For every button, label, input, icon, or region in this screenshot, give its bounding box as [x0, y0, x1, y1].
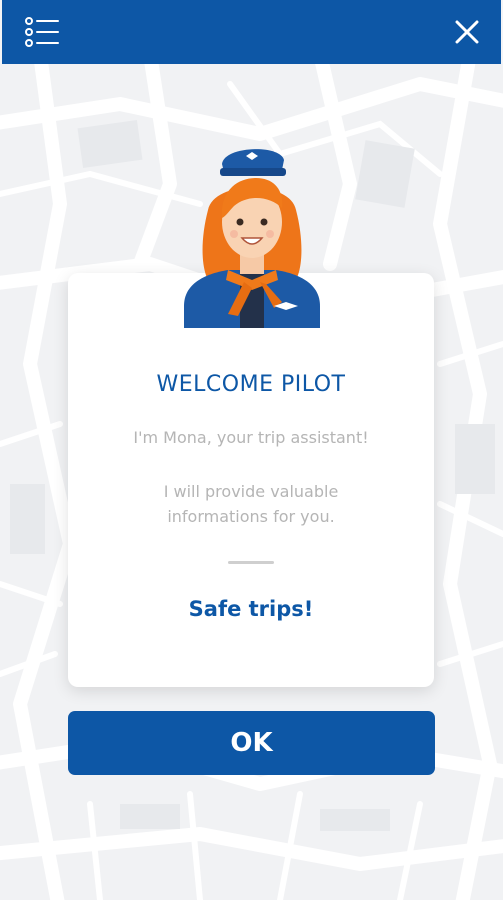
info-text: I will provide valuable informations for…: [163, 482, 339, 526]
welcome-screen: WELCOME PILOT I'm Mona, your trip assist…: [0, 0, 503, 900]
menu-button[interactable]: [22, 12, 62, 52]
flight-attendant-avatar: [184, 149, 320, 328]
welcome-title: WELCOME PILOT: [156, 372, 346, 397]
farewell-text: Safe trips!: [188, 597, 314, 621]
divider: [228, 561, 274, 564]
top-bar: [2, 0, 501, 64]
list-menu-icon: [25, 17, 59, 47]
intro-text: I'm Mona, your trip assistant!: [133, 428, 369, 447]
close-icon: [455, 20, 479, 44]
close-button[interactable]: [447, 12, 487, 52]
ok-button[interactable]: OK: [68, 711, 435, 775]
